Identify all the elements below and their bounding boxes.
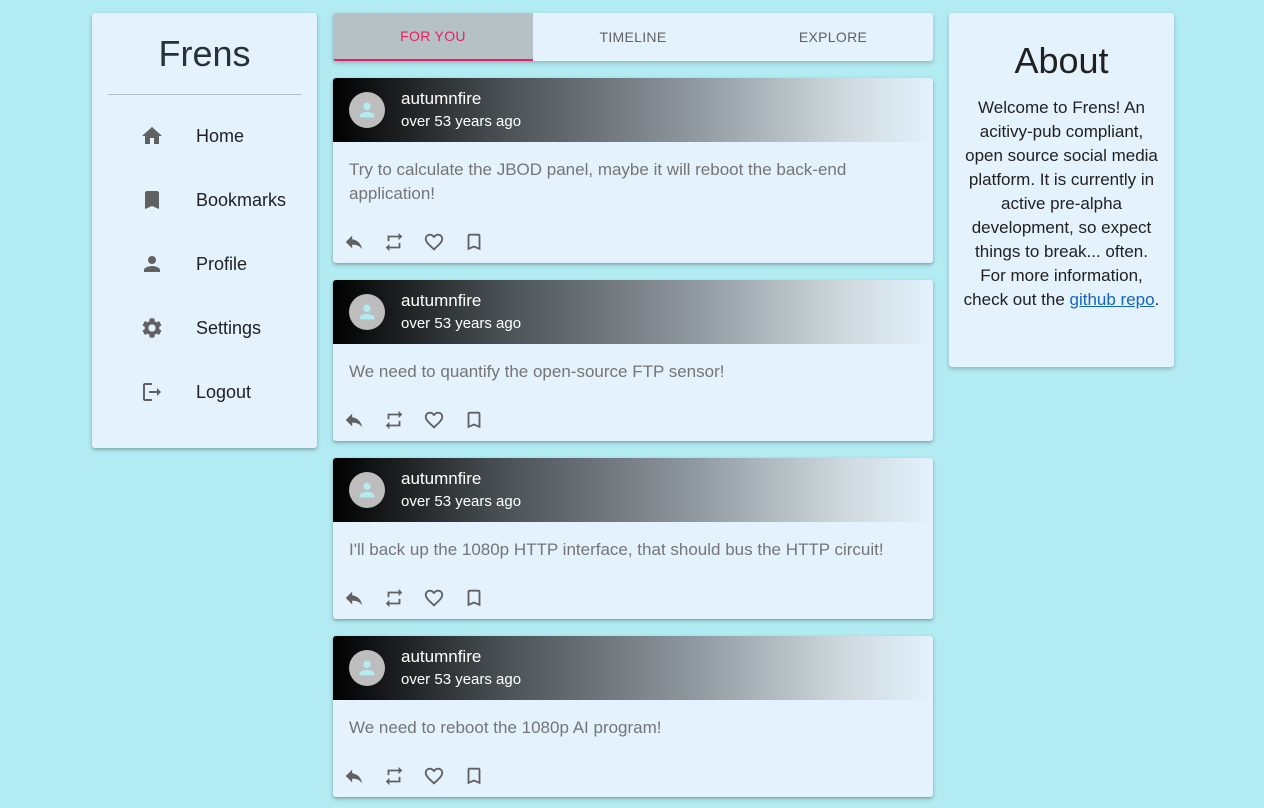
bookmark-icon[interactable] bbox=[463, 409, 487, 433]
sidebar-item-bookmarks[interactable]: Bookmarks bbox=[92, 168, 317, 232]
bookmark-icon[interactable] bbox=[463, 765, 487, 789]
feed-tabs: FOR YOU TIMELINE EXPLORE bbox=[333, 13, 933, 61]
github-repo-link[interactable]: github repo bbox=[1070, 290, 1155, 309]
reply-icon[interactable] bbox=[343, 587, 367, 611]
sidebar-item-logout[interactable]: Logout bbox=[92, 360, 317, 424]
post-author[interactable]: autumnfire bbox=[401, 88, 521, 110]
tab-timeline[interactable]: TIMELINE bbox=[533, 13, 733, 61]
sidebar-item-label: Bookmarks bbox=[196, 189, 287, 210]
sidebar-nav: Home Bookmarks Profile Settings Logout bbox=[92, 95, 317, 424]
heart-icon[interactable] bbox=[423, 765, 447, 789]
person-icon bbox=[140, 252, 164, 276]
heart-icon[interactable] bbox=[423, 587, 447, 611]
reply-icon[interactable] bbox=[343, 765, 367, 789]
post-actions bbox=[333, 409, 503, 433]
about-panel: About Welcome to Frens! An acitivy-pub c… bbox=[949, 13, 1174, 367]
post-card: autumnfire over 53 years ago I'll back u… bbox=[333, 458, 933, 619]
bookmark-icon[interactable] bbox=[463, 231, 487, 255]
gear-icon bbox=[140, 316, 164, 340]
bookmark-icon bbox=[140, 188, 164, 212]
post-card: autumnfire over 53 years ago Try to calc… bbox=[333, 78, 933, 263]
post-actions bbox=[333, 231, 503, 255]
post-body: I'll back up the 1080p HTTP interface, t… bbox=[349, 540, 884, 559]
avatar[interactable] bbox=[349, 650, 385, 686]
home-icon bbox=[140, 124, 164, 148]
about-description: Welcome to Frens! An acitivy-pub complia… bbox=[963, 98, 1158, 309]
post-header: autumnfire over 53 years ago bbox=[333, 78, 933, 142]
repost-icon[interactable] bbox=[383, 765, 407, 789]
sidebar-item-home[interactable]: Home bbox=[92, 104, 317, 168]
repost-icon[interactable] bbox=[383, 231, 407, 255]
post-actions bbox=[333, 765, 503, 789]
post-timestamp: over 53 years ago bbox=[401, 315, 522, 333]
heart-icon[interactable] bbox=[423, 231, 447, 255]
post-header: autumnfire over 53 years ago bbox=[333, 280, 933, 344]
person-icon bbox=[359, 102, 375, 118]
post-header: autumnfire over 53 years ago bbox=[333, 458, 933, 522]
post-body: We need to reboot the 1080p AI program! bbox=[349, 718, 662, 737]
bookmark-icon[interactable] bbox=[463, 587, 487, 611]
avatar[interactable] bbox=[349, 472, 385, 508]
reply-icon[interactable] bbox=[343, 409, 367, 433]
avatar[interactable] bbox=[349, 92, 385, 128]
tab-explore[interactable]: EXPLORE bbox=[733, 13, 933, 61]
person-icon bbox=[359, 304, 375, 320]
post-card: autumnfire over 53 years ago We need to … bbox=[333, 636, 933, 797]
reply-icon[interactable] bbox=[343, 231, 367, 255]
post-timestamp: over 53 years ago bbox=[401, 113, 522, 131]
about-suffix: . bbox=[1154, 290, 1160, 309]
sidebar-item-profile[interactable]: Profile bbox=[92, 232, 317, 296]
logout-icon bbox=[140, 380, 164, 404]
sidebar-item-label: Profile bbox=[196, 253, 248, 274]
post-actions bbox=[333, 587, 503, 611]
heart-icon[interactable] bbox=[423, 409, 447, 433]
sidebar-item-settings[interactable]: Settings bbox=[92, 296, 317, 360]
post-timestamp: over 53 years ago bbox=[401, 671, 522, 689]
post-author[interactable]: autumnfire bbox=[401, 646, 521, 668]
app-title: Frens bbox=[108, 13, 301, 95]
avatar[interactable] bbox=[349, 294, 385, 330]
sidebar-item-label: Logout bbox=[196, 381, 252, 402]
post-card: autumnfire over 53 years ago We need to … bbox=[333, 280, 933, 441]
repost-icon[interactable] bbox=[383, 587, 407, 611]
post-author[interactable]: autumnfire bbox=[401, 290, 521, 312]
about-title: About bbox=[1014, 40, 1109, 81]
post-header: autumnfire over 53 years ago bbox=[333, 636, 933, 700]
tab-for-you[interactable]: FOR YOU bbox=[333, 13, 533, 61]
about-text: Welcome to Frens! An acitivy-pub complia… bbox=[961, 96, 1162, 312]
post-timestamp: over 53 years ago bbox=[401, 493, 522, 511]
person-icon bbox=[359, 660, 375, 676]
repost-icon[interactable] bbox=[383, 409, 407, 433]
sidebar-item-label: Settings bbox=[196, 317, 262, 338]
person-icon bbox=[359, 482, 375, 498]
post-body: We need to quantify the open-source FTP … bbox=[349, 362, 725, 381]
sidebar: Frens Home Bookmarks Profile Settings Lo… bbox=[92, 13, 317, 448]
sidebar-item-label: Home bbox=[196, 125, 245, 146]
post-body: Try to calculate the JBOD panel, maybe i… bbox=[349, 160, 847, 203]
post-author[interactable]: autumnfire bbox=[401, 468, 521, 490]
